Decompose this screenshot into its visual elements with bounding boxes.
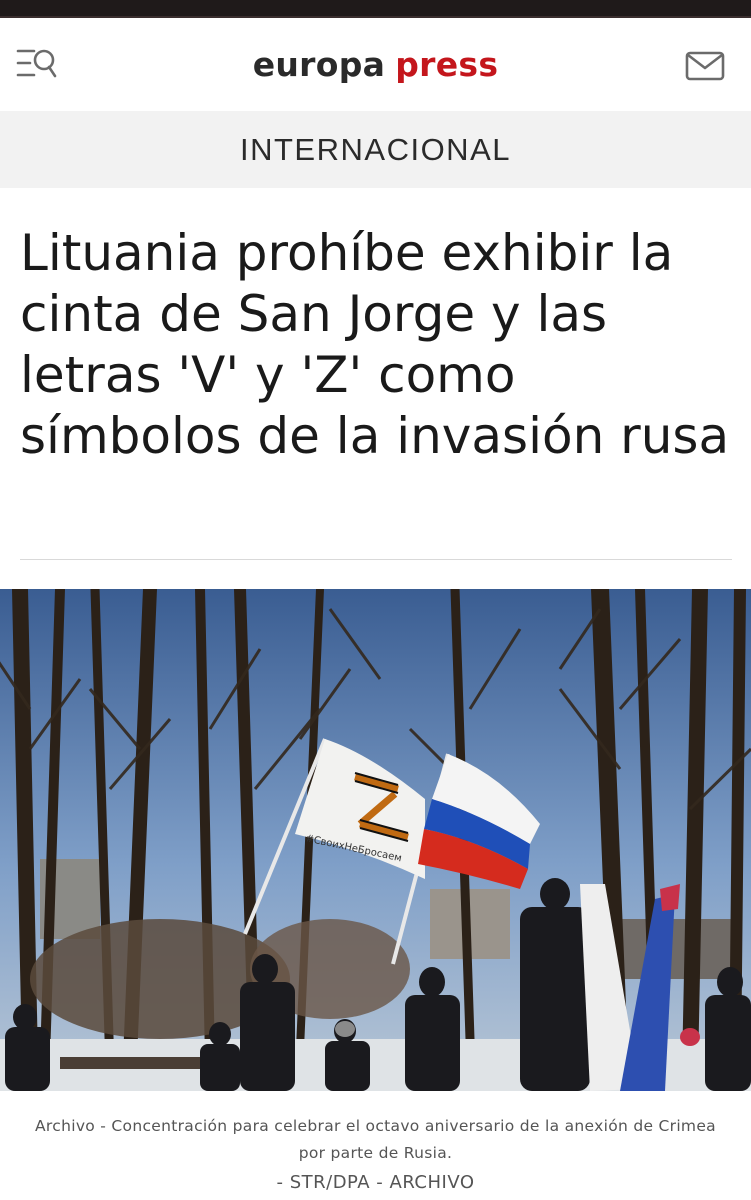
mail-icon[interactable] bbox=[685, 51, 725, 81]
logo-press: press bbox=[395, 45, 499, 84]
photo-credit: - STR/DPA - ARCHIVO bbox=[276, 1172, 475, 1193]
divider bbox=[20, 559, 732, 560]
site-logo[interactable]: europa press bbox=[253, 45, 499, 84]
site-header: europa press bbox=[0, 18, 751, 111]
top-status-bar bbox=[0, 0, 751, 18]
photo-caption: Archivo - Concentración para celebrar el… bbox=[35, 1117, 716, 1162]
section-label[interactable]: INTERNACIONAL bbox=[240, 132, 511, 168]
search-menu-icon[interactable] bbox=[16, 46, 58, 82]
article-headline: Lituania prohíbe exhibir la cinta de San… bbox=[20, 224, 730, 465]
article-photo: #СвоихНеБросаем bbox=[0, 589, 751, 1091]
logo-europa: europa bbox=[252, 45, 386, 84]
section-bar[interactable]: INTERNACIONAL bbox=[0, 111, 751, 188]
